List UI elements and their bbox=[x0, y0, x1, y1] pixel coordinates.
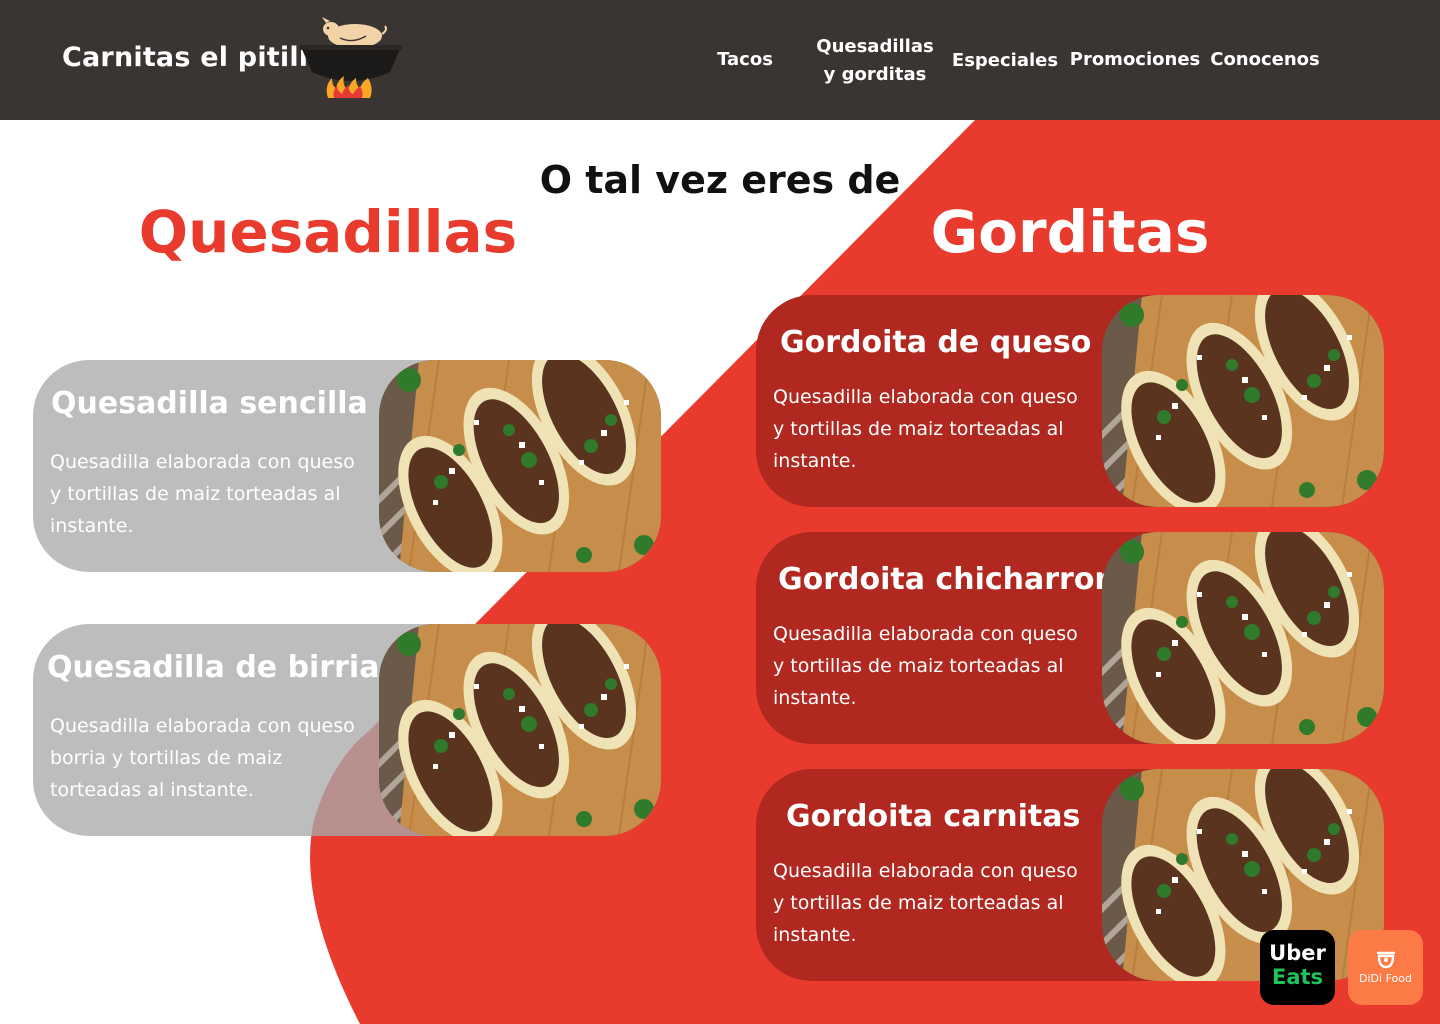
nav-promociones[interactable]: Promociones bbox=[1068, 46, 1202, 74]
nav-conocenos[interactable]: Conocenos bbox=[1206, 46, 1324, 74]
card-title: Quesadilla de birria bbox=[47, 650, 380, 685]
nav-quesadillas-line1: Quesadillas bbox=[816, 36, 934, 57]
didi-food-label: DiDi Food bbox=[1359, 972, 1412, 985]
nav-quesadillas-line2: y gorditas bbox=[823, 64, 927, 85]
quesadillas-title: Quesadillas bbox=[138, 198, 518, 266]
top-navigation-bar: Carnitas el pitilla Tacos Quesadillas y … bbox=[0, 0, 1440, 120]
card-description: Quesadilla elaborada con queso borria y … bbox=[50, 715, 355, 801]
uber-eats-button[interactable]: Uber Eats bbox=[1260, 930, 1335, 1005]
tacos-photo bbox=[1102, 769, 1384, 981]
quesadilla-card[interactable]: Quesadilla sencilla Quesadilla elaborada… bbox=[33, 360, 661, 572]
nav-quesadillas-gorditas[interactable]: Quesadillas y gorditas bbox=[810, 33, 940, 89]
card-title: Gordoita chicharron bbox=[778, 562, 1116, 597]
card-description: Quesadilla elaborada con queso y tortill… bbox=[773, 860, 1078, 946]
gordita-card[interactable]: Gordoita chicharron Quesadilla elaborada… bbox=[756, 532, 1384, 744]
nav-tacos[interactable]: Tacos bbox=[700, 46, 790, 74]
tacos-photo bbox=[1102, 532, 1384, 744]
didi-food-logo-icon bbox=[1376, 951, 1396, 969]
card-description: Quesadilla elaborada con queso y tortill… bbox=[773, 386, 1078, 472]
tacos-photo bbox=[1102, 295, 1384, 507]
card-description: Quesadilla elaborada con queso y tortill… bbox=[773, 623, 1078, 709]
card-title: Gordoita de queso bbox=[780, 325, 1092, 360]
card-title: Quesadilla sencilla bbox=[51, 386, 368, 421]
nav-especiales[interactable]: Especiales bbox=[950, 47, 1060, 75]
quesadilla-card[interactable]: Quesadilla de birria Quesadilla elaborad… bbox=[33, 624, 661, 836]
section-intro-heading: O tal vez eres de bbox=[539, 158, 901, 202]
card-description: Quesadilla elaborada con queso y tortill… bbox=[50, 451, 355, 537]
gordita-card[interactable]: Gordoita de queso Quesadilla elaborada c… bbox=[756, 295, 1384, 507]
tacos-photo bbox=[379, 624, 661, 836]
uber-eats-label-line2: Eats bbox=[1271, 965, 1324, 989]
brand-name[interactable]: Carnitas el pitilla bbox=[62, 42, 327, 73]
gorditas-title: Gorditas bbox=[930, 198, 1210, 266]
didi-food-button[interactable]: DiDi Food bbox=[1348, 930, 1423, 1005]
uber-eats-label-line1: Uber bbox=[1269, 941, 1326, 965]
card-title: Gordoita carnitas bbox=[786, 799, 1081, 834]
pig-cauldron-logo-icon[interactable] bbox=[298, 14, 404, 102]
tacos-photo bbox=[379, 360, 661, 572]
